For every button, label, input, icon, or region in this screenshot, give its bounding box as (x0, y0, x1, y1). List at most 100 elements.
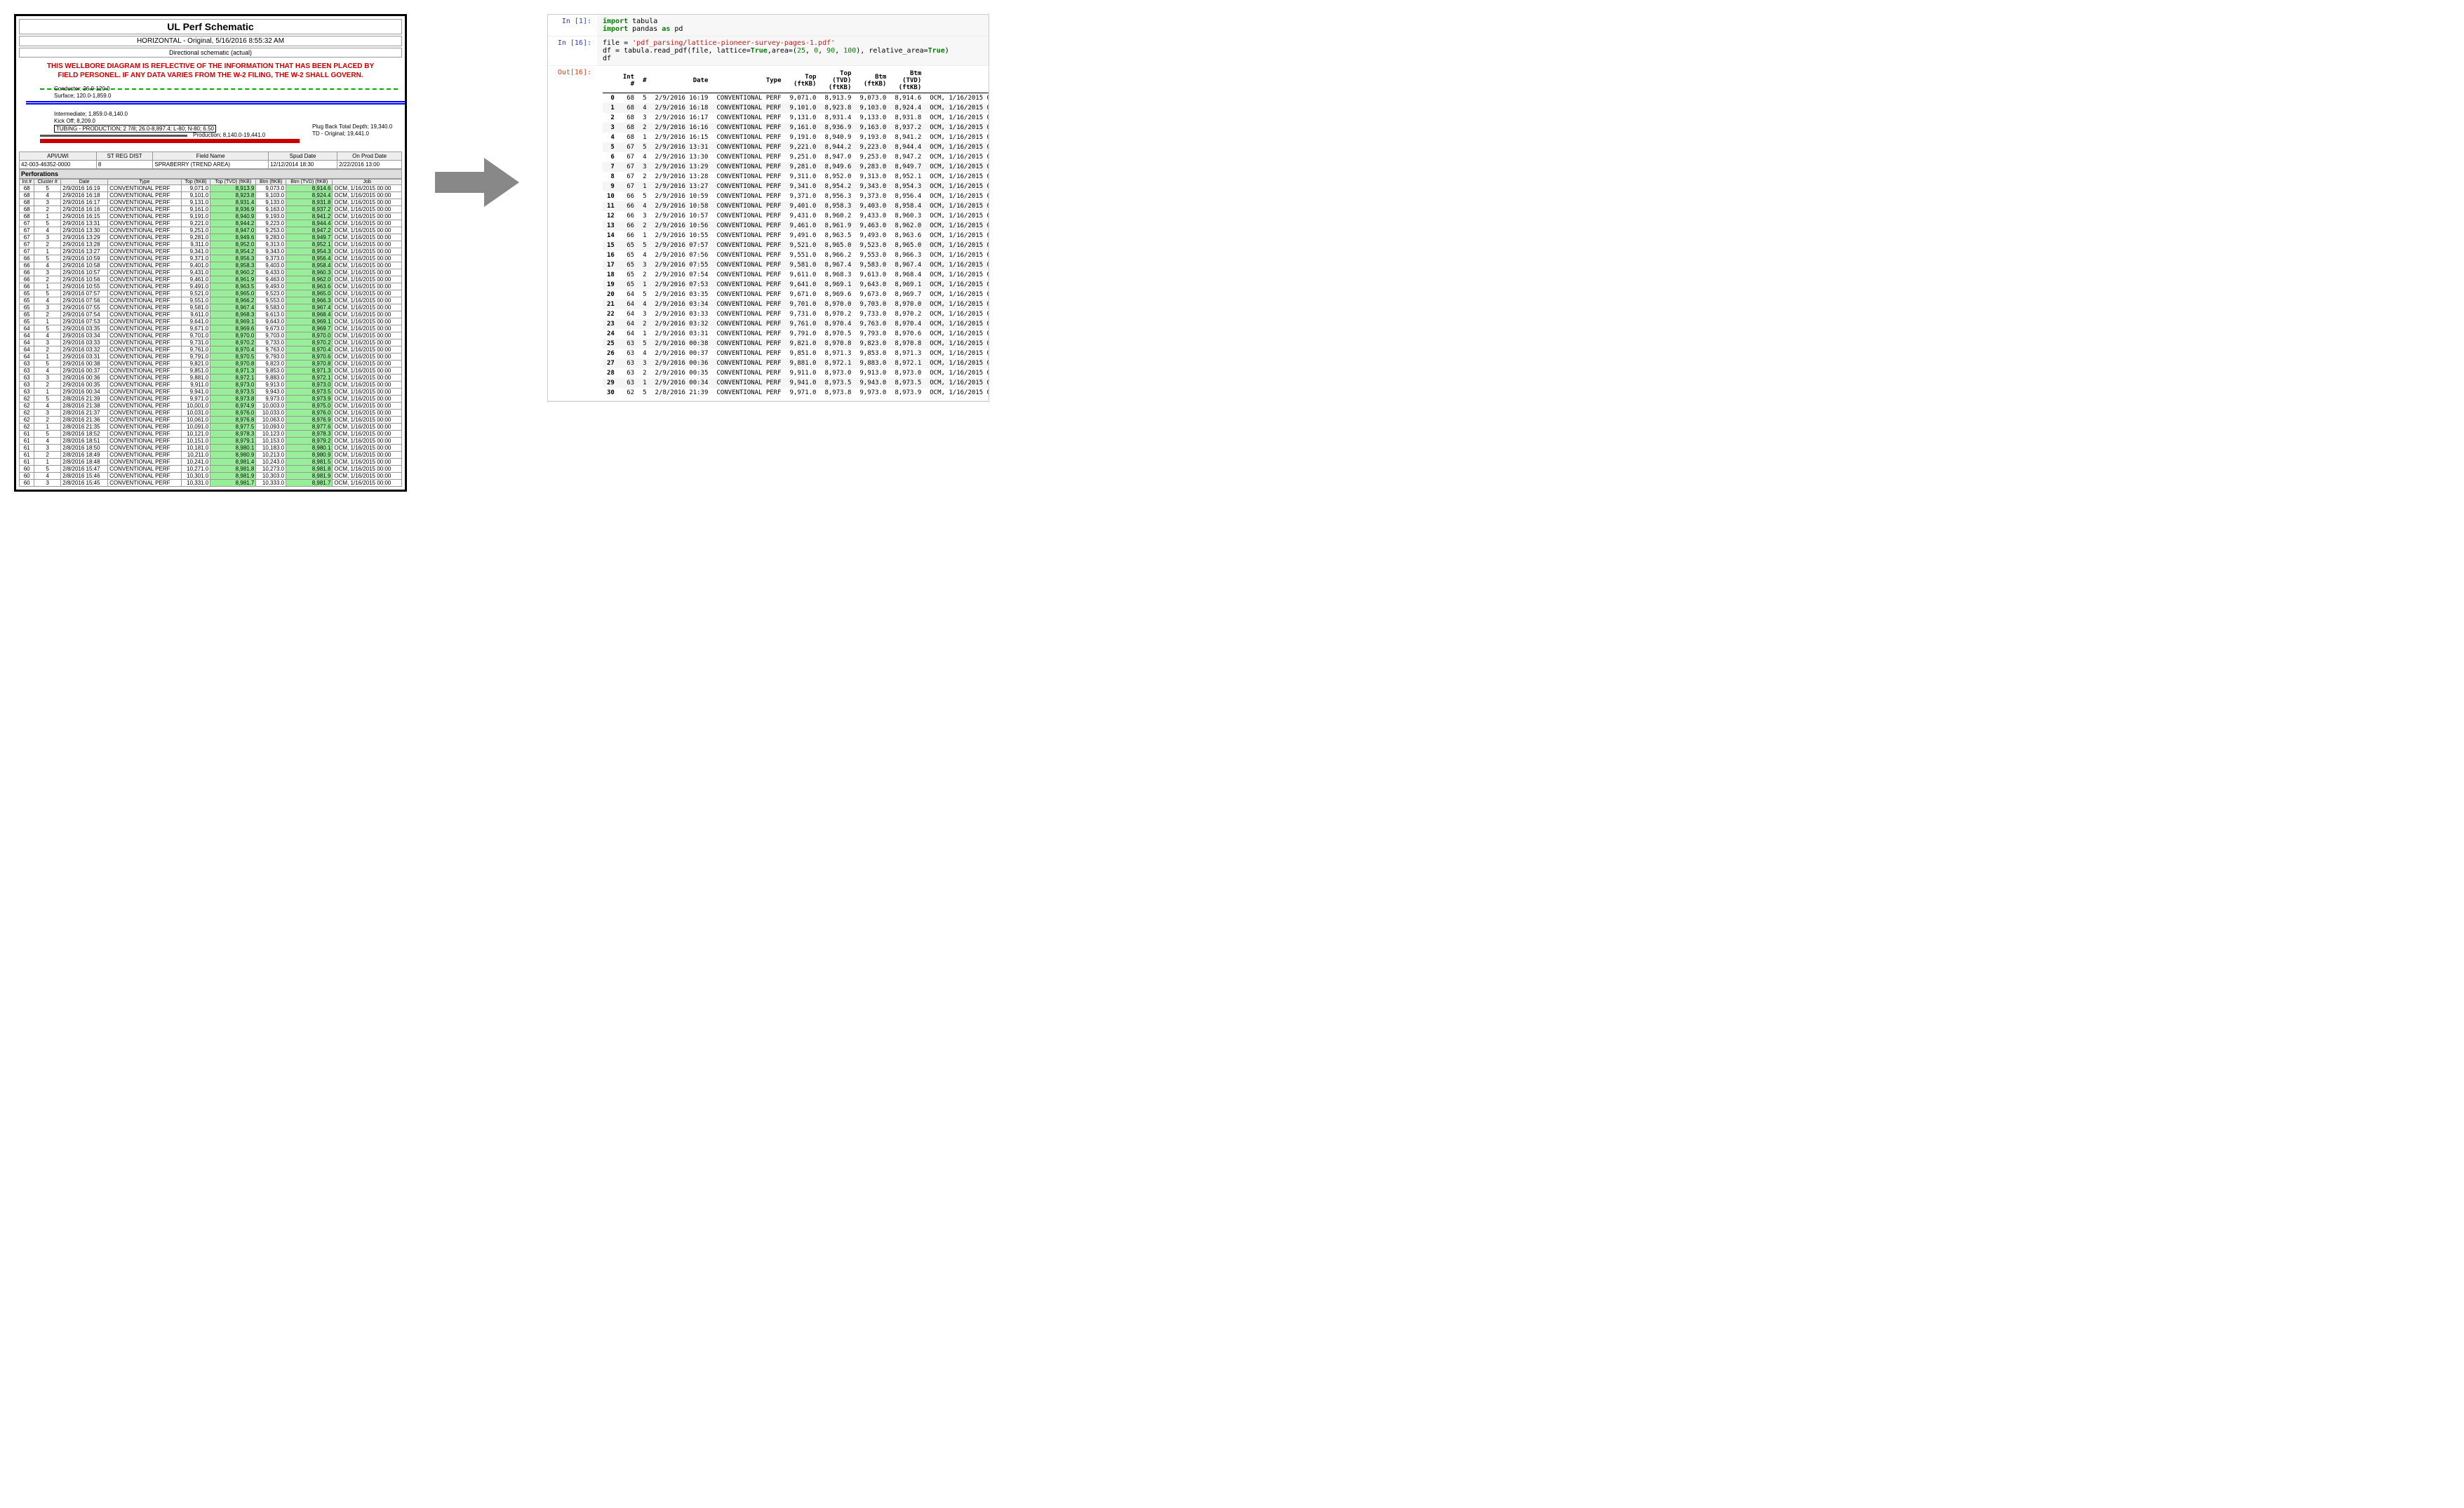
table-cell: 9,341.0 (181, 248, 210, 255)
perf-header: Type (108, 180, 182, 185)
table-cell: 65 (619, 241, 638, 250)
table-cell: OCM, 1/16/2015 00:00 (333, 213, 402, 220)
table-cell: CONVENTIONAL PERF (108, 431, 182, 438)
table-cell: 9,071.0 (181, 185, 210, 192)
table-cell: 23 (603, 319, 619, 329)
table-cell: 20 (603, 290, 619, 299)
table-cell: CONVENTIONAL PERF (712, 211, 785, 221)
table-cell: 65 (20, 311, 34, 318)
table-cell: 8,968.3 (210, 311, 256, 318)
table-cell: 2/8/2016 18:48 (61, 459, 108, 466)
table-cell: 62 (20, 403, 34, 410)
table-cell: CONVENTIONAL PERF (108, 241, 182, 248)
table-cell: 63 (20, 361, 34, 368)
table-cell: 9,163.0 (855, 123, 890, 133)
table-row: 6242/8/2016 21:38CONVENTIONAL PERF10,001… (20, 403, 402, 410)
table-cell: 8 (603, 172, 619, 182)
code-body-16[interactable]: file = 'pdf_parsing/lattice-pioneer-surv… (597, 36, 989, 65)
table-cell: 4 (34, 227, 61, 234)
table-row: 6452/9/2016 03:35CONVENTIONAL PERF9,671.… (20, 325, 402, 332)
table-cell: 8,963.6 (890, 231, 925, 241)
table-cell: 2/9/2016 03:32 (651, 319, 713, 329)
table-cell: 9,973.0 (256, 396, 286, 403)
table-cell: 2/9/2016 03:32 (61, 346, 108, 354)
table-cell: 61 (20, 459, 34, 466)
df-header: Top (ftKB) (786, 69, 821, 93)
table-cell: 2 (638, 368, 650, 378)
table-cell: 10,031.0 (181, 410, 210, 417)
table-cell: 2/9/2016 13:28 (61, 241, 108, 248)
table-cell: 4 (34, 297, 61, 304)
table-cell: OCM, 1/16/2015 00:00 (333, 241, 402, 248)
table-cell: 66 (20, 283, 34, 290)
table-cell: 10,123.0 (256, 431, 286, 438)
table-cell: 2/9/2016 00:35 (651, 368, 713, 378)
table-cell: 63 (20, 382, 34, 389)
table-cell: 8,973.9 (890, 388, 925, 398)
table-cell: 9,973.0 (855, 388, 890, 398)
table-cell: 9,523.0 (256, 290, 286, 297)
table-cell: 63 (20, 375, 34, 382)
table-cell: OCM, 1/16/2015 00:00 (333, 466, 402, 473)
table-cell: 9,793.0 (256, 354, 286, 361)
code-body-1[interactable]: import tabula import pandas as pd (597, 15, 989, 36)
table-cell: 68 (20, 192, 34, 199)
table-cell: OCM, 1/16/2015 00:00 (925, 309, 989, 319)
table-cell: 9,463.0 (855, 221, 890, 231)
table-cell: 8,969.1 (820, 280, 855, 290)
in-prompt-16: In [16]: (548, 36, 597, 65)
table-cell: 8,913.9 (210, 185, 256, 192)
warning-line2: FIELD PERSONEL. IF ANY DATA VARIES FROM … (58, 72, 363, 79)
table-cell: 4 (638, 201, 650, 211)
table-cell: 9,161.0 (786, 123, 821, 133)
table-cell: 9,673.0 (256, 325, 286, 332)
table-row: 6642/9/2016 10:58CONVENTIONAL PERF9,401.… (20, 262, 402, 269)
table-cell: 67 (20, 248, 34, 255)
table-cell: 8,973.8 (210, 396, 256, 403)
table-cell: 2/9/2016 07:55 (651, 260, 713, 270)
perforations-header: Perforations (19, 169, 402, 179)
table-cell: 9,613.0 (855, 270, 890, 280)
table-row: 6442/9/2016 03:34CONVENTIONAL PERF9,701.… (20, 332, 402, 339)
table-cell: 9,881.0 (786, 358, 821, 368)
meta-header: API/UWI (20, 152, 97, 161)
table-cell: 3 (638, 162, 650, 172)
table-cell: 8,976.9 (286, 417, 333, 424)
table-cell: 9,521.0 (786, 241, 821, 250)
table-cell: 5 (603, 142, 619, 152)
code-cell-1[interactable]: In [1]: import tabula import pandas as p… (548, 15, 989, 36)
table-cell: 65 (619, 270, 638, 280)
code-cell-16[interactable]: In [16]: file = 'pdf_parsing/lattice-pio… (548, 36, 989, 66)
table-cell: 8,947.0 (210, 227, 256, 234)
table-cell: 9,401.0 (181, 262, 210, 269)
table-cell: 9,671.0 (181, 325, 210, 332)
table-cell: OCM, 1/16/2015 00:00 (925, 368, 989, 378)
table-cell: 65 (20, 318, 34, 325)
table-cell: 10,001.0 (181, 403, 210, 410)
table-cell: 8,961.9 (210, 276, 256, 283)
table-cell: 62 (20, 396, 34, 403)
table-cell: 9,883.0 (855, 358, 890, 368)
table-cell: OCM, 1/16/2015 00:00 (925, 319, 989, 329)
table-cell: 8,966.2 (820, 250, 855, 260)
table-cell: 9,581.0 (181, 304, 210, 311)
meta-value-row: 42-003-46352-00008SPRABERRY (TREND AREA)… (20, 161, 402, 169)
table-cell: OCM, 1/16/2015 00:00 (925, 113, 989, 123)
perf-header: Int # (20, 180, 34, 185)
table-cell: 9,103.0 (256, 192, 286, 199)
table-cell: 2 (34, 311, 61, 318)
table-cell: 2/9/2016 13:31 (651, 142, 713, 152)
table-cell: 9,853.0 (855, 349, 890, 358)
table-cell: 9,913.0 (256, 382, 286, 389)
table-cell: 9,373.0 (256, 255, 286, 262)
table-cell: CONVENTIONAL PERF (712, 339, 785, 349)
table-cell: 4 (638, 152, 650, 162)
table-cell: OCM, 1/16/2015 00:00 (333, 339, 402, 346)
table-cell: 24 (603, 329, 619, 339)
table-cell: 8,952.1 (286, 241, 333, 248)
table-cell: OCM, 1/16/2015 00:00 (333, 206, 402, 213)
table-cell: CONVENTIONAL PERF (712, 349, 785, 358)
table-row: 6132/8/2016 18:50CONVENTIONAL PERF10,181… (20, 445, 402, 452)
table-cell: OCM, 1/16/2015 00:00 (925, 329, 989, 339)
table-cell: CONVENTIONAL PERF (712, 290, 785, 299)
